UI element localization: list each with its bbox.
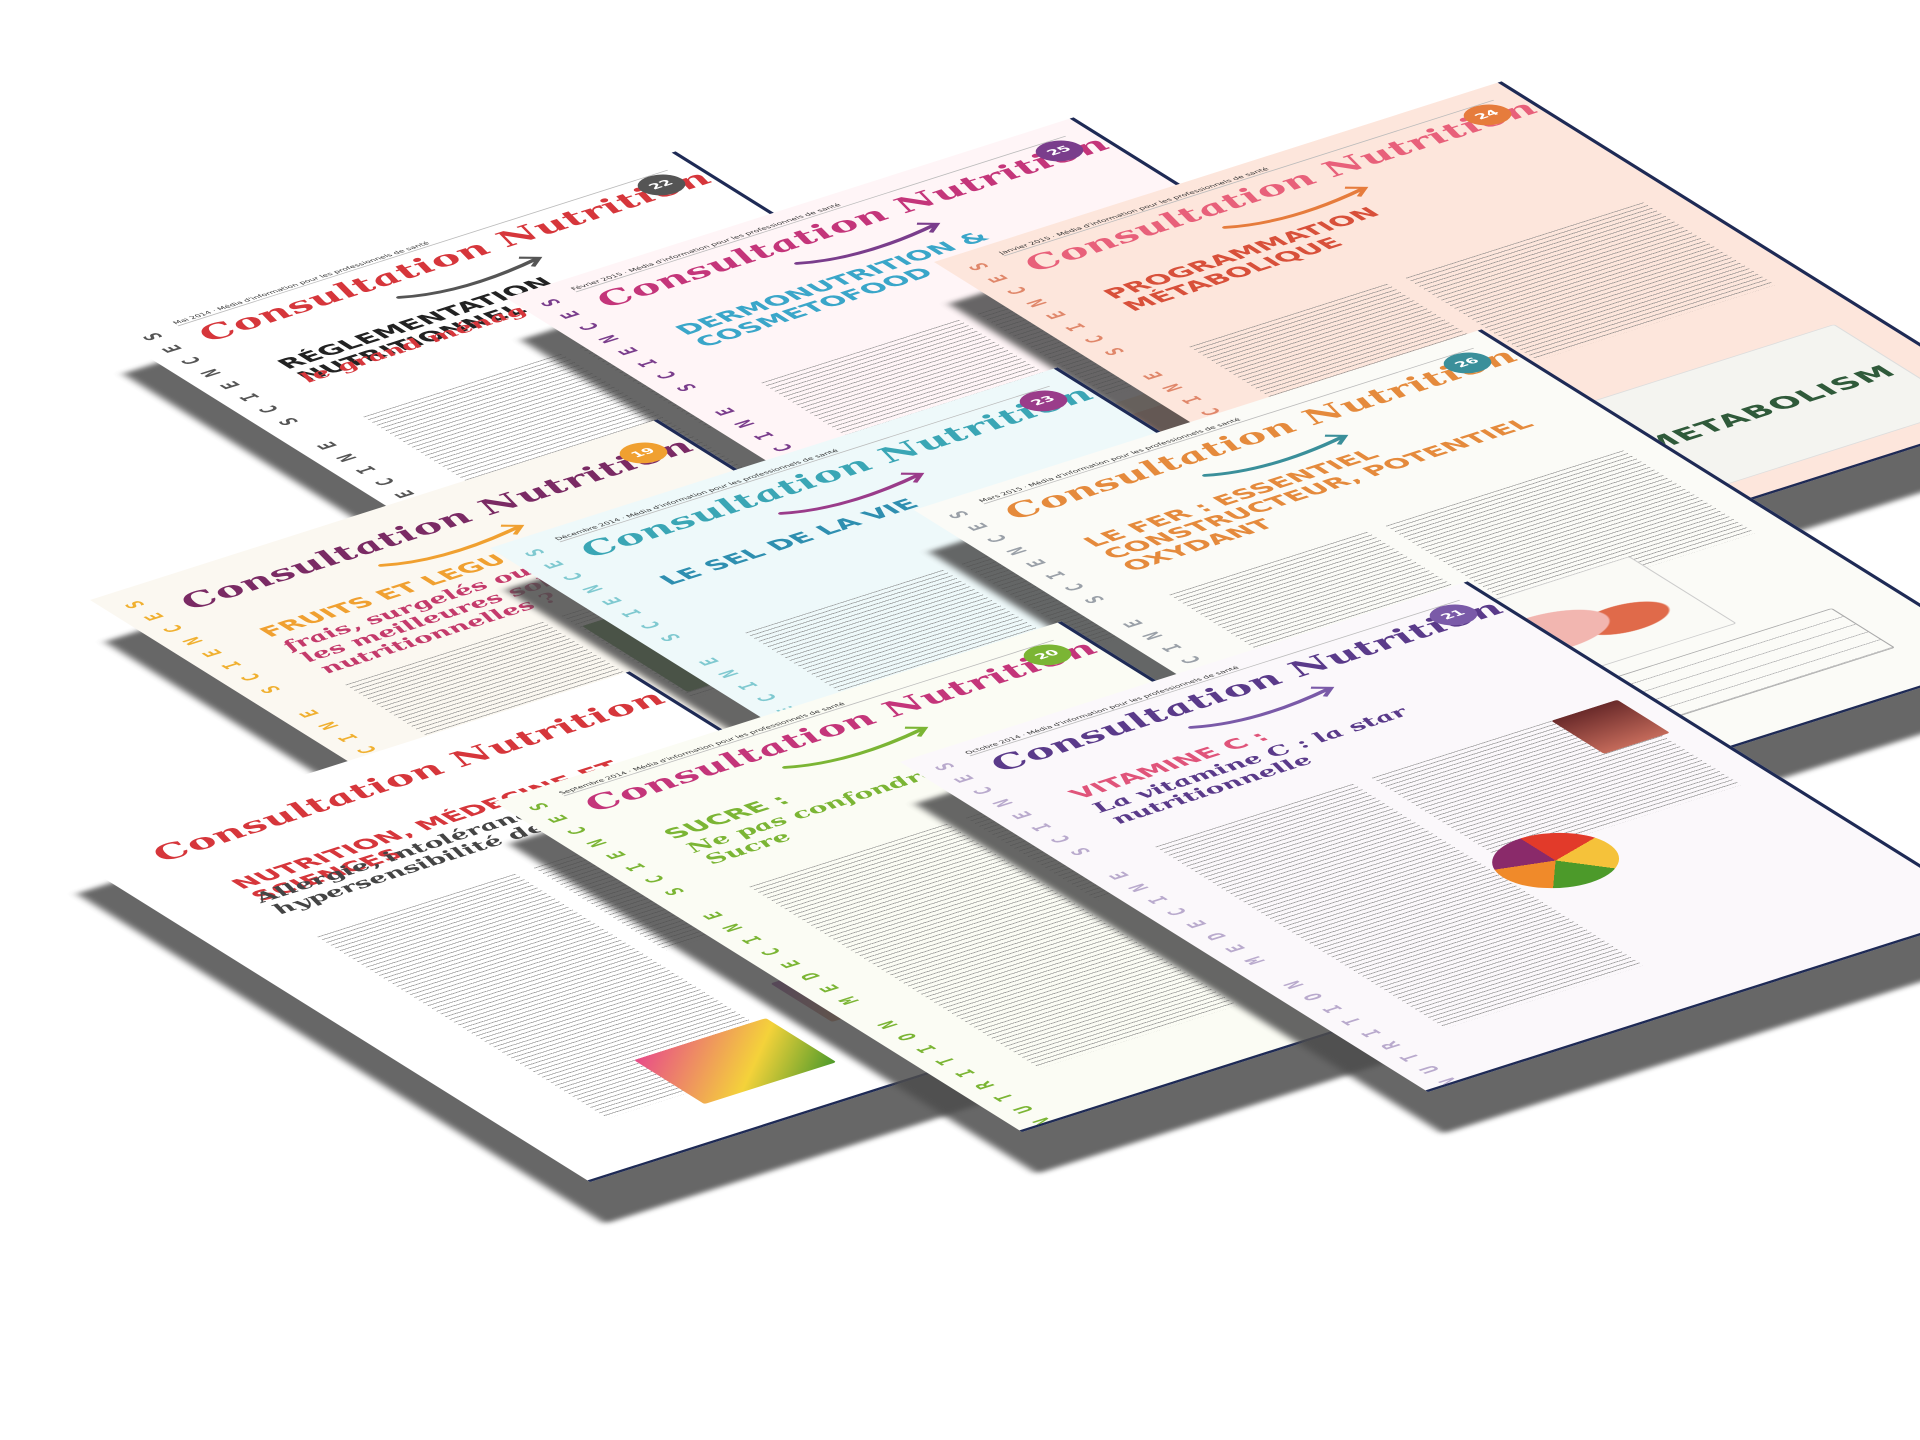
newsletter-mockup-stage: Mai 2014 · Média d'information pour les … (0, 0, 1920, 1440)
